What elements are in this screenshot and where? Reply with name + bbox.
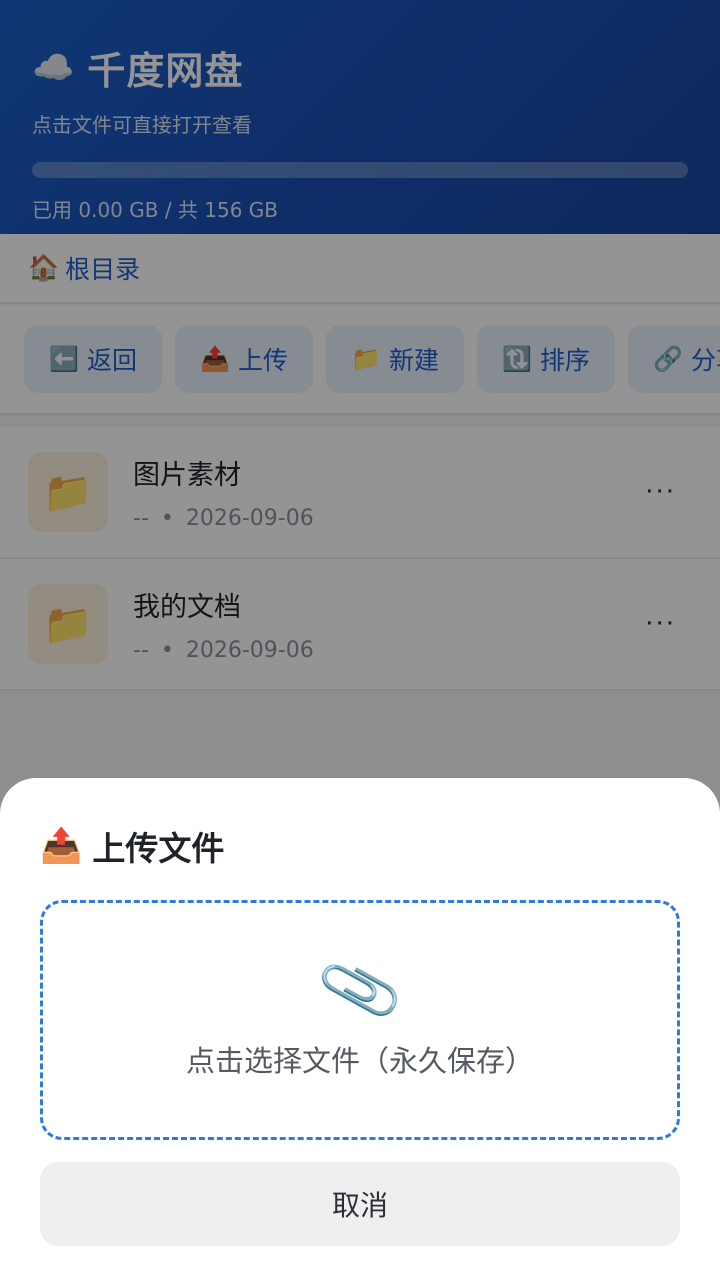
app-screen: ☁️ 千度网盘 点击文件可直接打开查看 已用 0.00 GB / 共 156 G… bbox=[0, 0, 720, 1280]
upload-sheet: 📤 上传文件 📎 点击选择文件（永久保存） 取消 bbox=[0, 778, 720, 1280]
upload-tray-icon: 📤 bbox=[40, 826, 83, 866]
cancel-button[interactable]: 取消 bbox=[40, 1162, 680, 1246]
file-select-dropzone[interactable]: 📎 点击选择文件（永久保存） bbox=[40, 900, 680, 1140]
dropzone-label: 点击选择文件（永久保存） bbox=[185, 1044, 534, 1078]
upload-sheet-title-text: 上传文件 bbox=[92, 829, 225, 868]
paperclip-icon: 📎 bbox=[312, 944, 408, 1036]
upload-sheet-title: 📤 上传文件 bbox=[40, 822, 680, 870]
